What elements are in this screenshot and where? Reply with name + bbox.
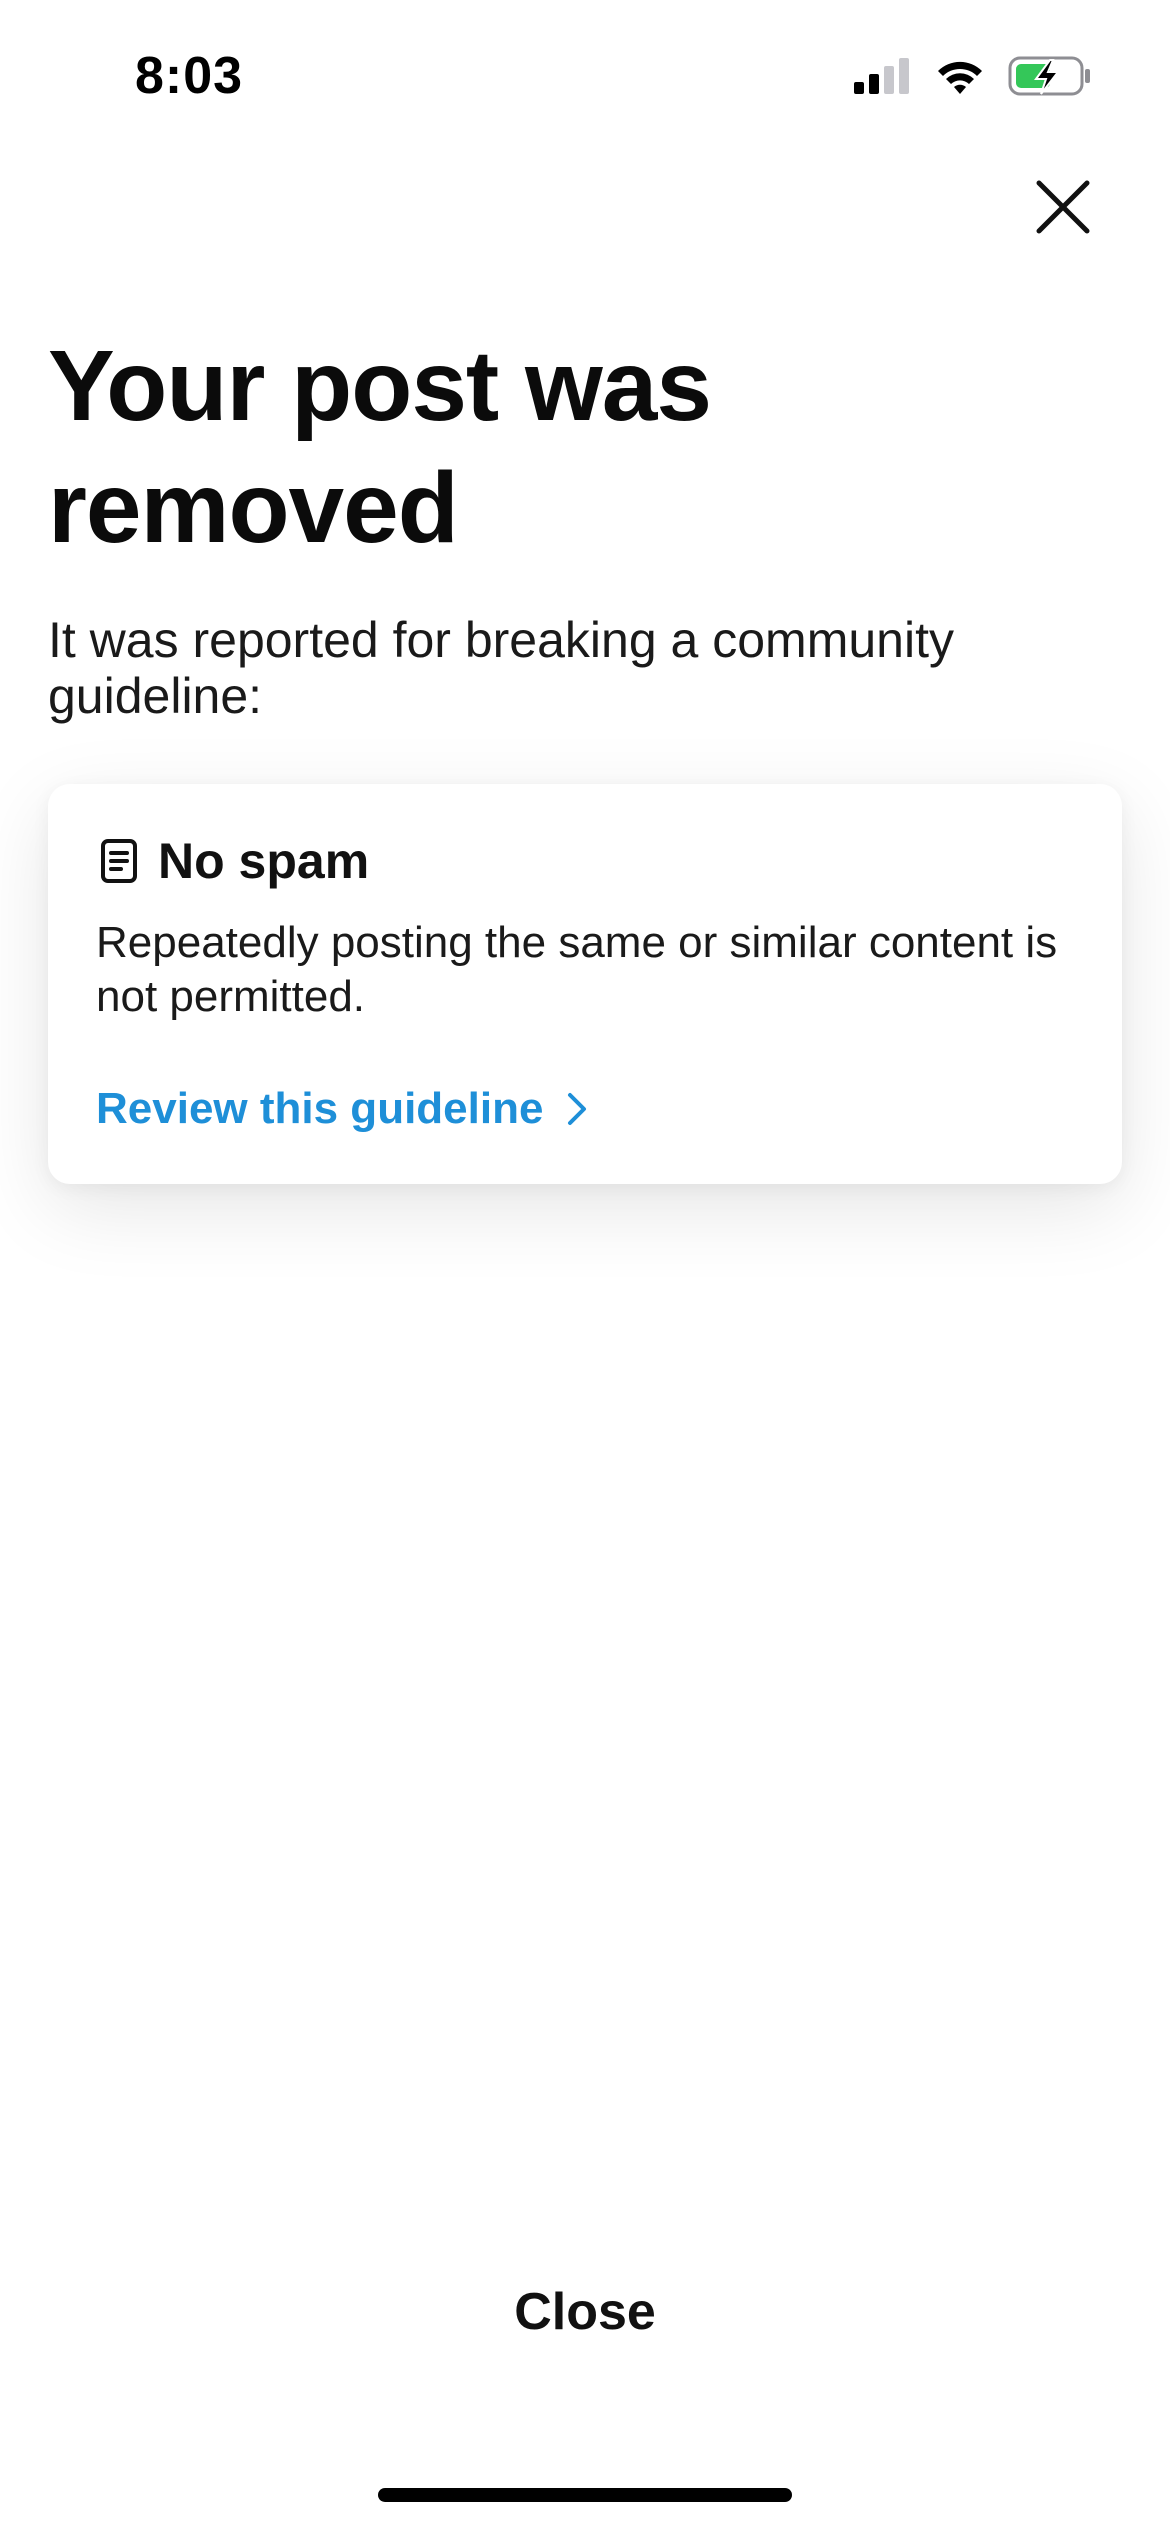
- cellular-signal-icon: [854, 58, 909, 94]
- guideline-description: Repeatedly posting the same or similar c…: [96, 918, 1058, 1021]
- review-guideline-link[interactable]: Review this guideline: [96, 1084, 591, 1134]
- home-indicator[interactable]: [378, 2488, 792, 2502]
- status-icons: [852, 54, 1092, 98]
- page-title: Your post was removed: [48, 330, 712, 564]
- document-icon: [101, 839, 137, 883]
- status-time: 8:03: [135, 47, 244, 105]
- guideline-title: No spam: [158, 833, 370, 889]
- page-subtitle: It was reported for breaking a community…: [48, 612, 954, 724]
- close-icon[interactable]: [1028, 172, 1098, 242]
- guideline-card: No spam Repeatedly posting the same or s…: [48, 784, 1122, 1184]
- wifi-icon: [938, 61, 982, 94]
- chevron-right-icon: [568, 1093, 587, 1125]
- review-guideline-label: Review this guideline: [96, 1084, 544, 1133]
- battery-charging-icon: [1008, 56, 1090, 96]
- status-bar: 8:03: [0, 0, 1170, 150]
- close-button[interactable]: Close: [385, 2262, 785, 2362]
- guideline-header: No spam: [100, 832, 369, 890]
